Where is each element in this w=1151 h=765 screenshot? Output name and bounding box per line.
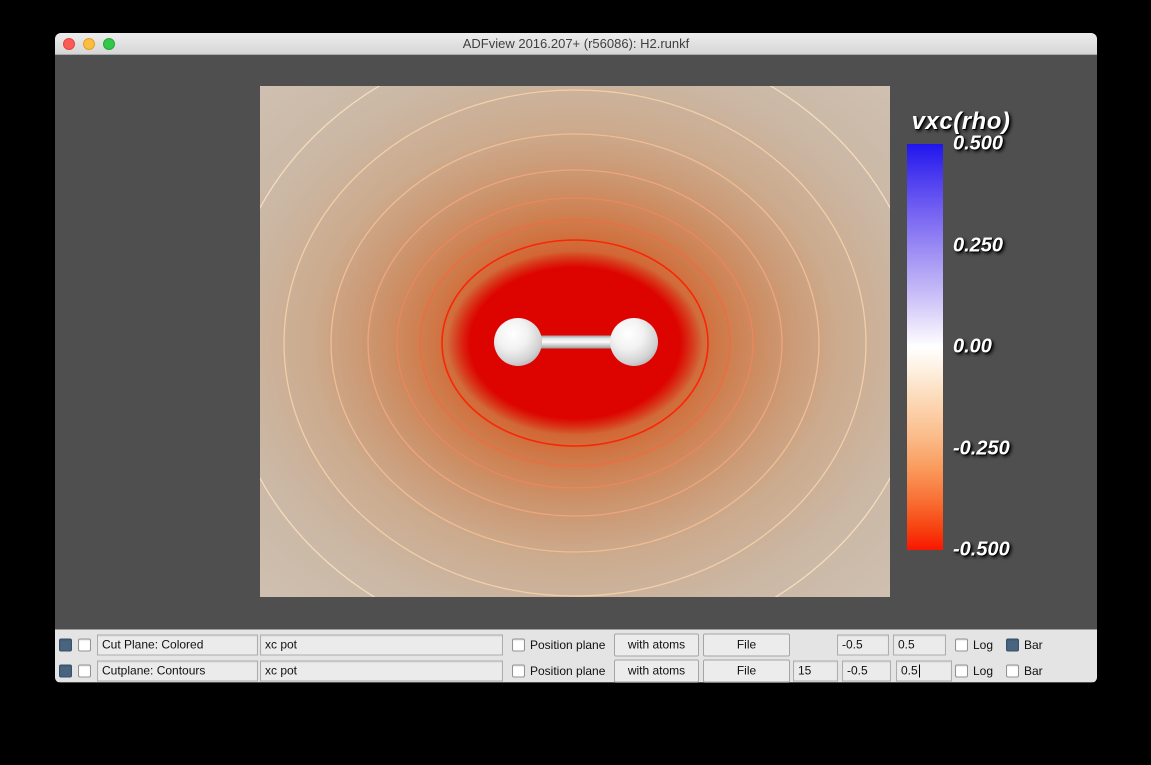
position-plane-checkbox[interactable] bbox=[512, 664, 525, 677]
hydrogen-atom-1[interactable] bbox=[494, 318, 542, 366]
control-bar: Cut Plane: Colored xc pot Position plane… bbox=[55, 629, 1097, 682]
render-viewport[interactable]: vxc(rho) 0.500 0.250 0.00 -0.250 -0.500 bbox=[55, 55, 1097, 629]
colorbar-ticks: 0.500 0.250 0.00 -0.250 -0.500 bbox=[953, 144, 1063, 550]
quantity-field[interactable]: xc pot bbox=[260, 634, 503, 655]
text-cursor bbox=[919, 664, 920, 677]
enable-checkbox[interactable] bbox=[59, 638, 72, 651]
secondary-checkbox[interactable] bbox=[78, 664, 91, 677]
min-value-field[interactable]: -0.5 bbox=[842, 660, 891, 681]
bar-checkbox[interactable] bbox=[1006, 664, 1019, 677]
enable-checkbox[interactable] bbox=[59, 664, 72, 677]
tick-label: 0.500 bbox=[953, 133, 1003, 156]
min-value-field[interactable]: -0.5 bbox=[837, 634, 889, 655]
titlebar[interactable]: ADFview 2016.207+ (r56086): H2.runkf bbox=[55, 33, 1097, 55]
secondary-checkbox[interactable] bbox=[78, 638, 91, 651]
row-title-field[interactable]: Cut Plane: Colored bbox=[97, 634, 258, 655]
cutplane-contours-row: Cutplane: Contours xc pot Position plane… bbox=[55, 658, 1097, 683]
window-title: ADFview 2016.207+ (r56086): H2.runkf bbox=[55, 33, 1097, 55]
log-label: Log bbox=[973, 664, 993, 678]
quantity-field[interactable]: xc pot bbox=[260, 660, 503, 681]
with-atoms-button[interactable]: with atoms bbox=[614, 633, 699, 656]
file-button[interactable]: File bbox=[703, 633, 790, 656]
max-value-field[interactable]: 0.5 bbox=[896, 660, 952, 681]
tick-label: 0.250 bbox=[953, 234, 1003, 257]
log-checkbox[interactable] bbox=[955, 664, 968, 677]
colorbar-gradient bbox=[907, 144, 943, 550]
tick-label: -0.250 bbox=[953, 437, 1010, 460]
position-plane-checkbox[interactable] bbox=[512, 638, 525, 651]
log-label: Log bbox=[973, 638, 993, 652]
colorbar-legend: vxc(rho) 0.500 0.250 0.00 -0.250 -0.500 bbox=[905, 108, 1065, 550]
position-plane-label: Position plane bbox=[530, 638, 605, 652]
bar-label: Bar bbox=[1024, 664, 1043, 678]
adfview-window: ADFview 2016.207+ (r56086): H2.runkf bbox=[55, 33, 1097, 683]
with-atoms-button[interactable]: with atoms bbox=[614, 659, 699, 682]
position-plane-label: Position plane bbox=[530, 664, 605, 678]
log-checkbox[interactable] bbox=[955, 638, 968, 651]
cutplane-visualization[interactable] bbox=[260, 86, 890, 597]
bar-label: Bar bbox=[1024, 638, 1043, 652]
cutplane-colored-row: Cut Plane: Colored xc pot Position plane… bbox=[55, 632, 1097, 657]
max-value-field[interactable]: 0.5 bbox=[893, 634, 946, 655]
contour-count-field[interactable]: 15 bbox=[793, 660, 838, 681]
bar-checkbox[interactable] bbox=[1006, 638, 1019, 651]
file-button[interactable]: File bbox=[703, 659, 790, 682]
row-title-field[interactable]: Cutplane: Contours bbox=[97, 660, 258, 681]
tick-label: 0.00 bbox=[953, 336, 992, 359]
tick-label: -0.500 bbox=[953, 539, 1010, 562]
hydrogen-atom-2[interactable] bbox=[610, 318, 658, 366]
